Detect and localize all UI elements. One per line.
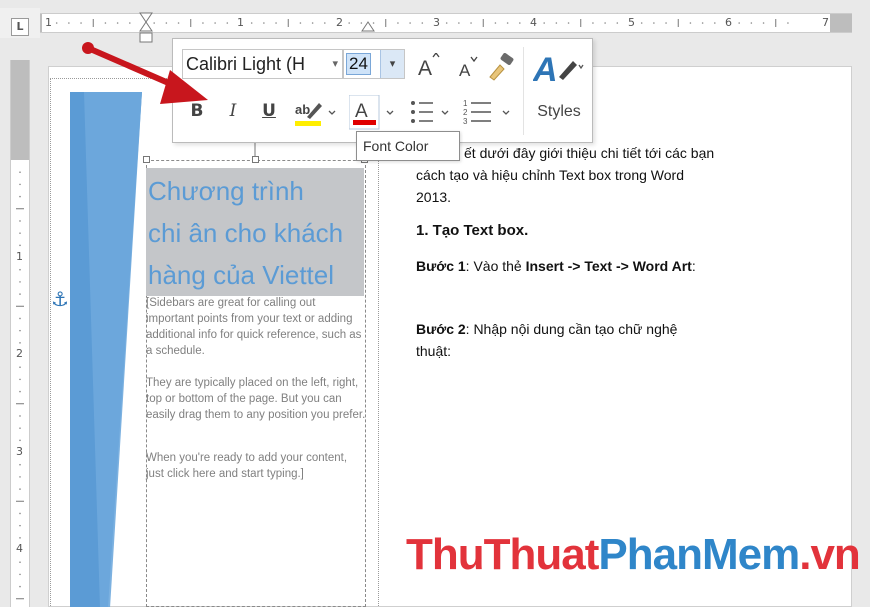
ruler-tick (19, 268, 21, 271)
site-watermark: ThuThuatPhanMem.vn (406, 530, 861, 580)
body-text-line[interactable]: cách tạo và hiệu chỉnh Text box trong Wo… (416, 164, 684, 186)
rotate-handle[interactable] (245, 142, 265, 156)
highlight-color-button[interactable]: ab (293, 97, 339, 129)
format-painter-icon[interactable] (487, 53, 517, 81)
toolbar-separator (523, 47, 524, 135)
step-label: Bước 1 (416, 258, 466, 274)
ruler-tick (19, 171, 21, 173)
ruler-number: 1 (16, 250, 23, 263)
mini-toolbar: Calibri Light (H ▾ 24 ▾ A A A B I U ab A (172, 38, 593, 143)
body-step-2[interactable]: Bước 2: Nhập nội dung cần tạo chữ nghệ (416, 318, 677, 340)
italic-button[interactable]: I (223, 101, 243, 121)
body-step-1[interactable]: Bước 1: Vào thẻ Insert -> Text -> Word A… (416, 255, 696, 277)
sidebar-paragraph[interactable]: They are typically placed on the left, r… (146, 375, 366, 423)
ruler-tick (19, 512, 21, 515)
ruler-tick (19, 390, 21, 393)
ruler-tick (19, 537, 21, 539)
sidebar-paragraph[interactable]: [Sidebars are great for calling out impo… (146, 295, 366, 359)
ruler-tick (19, 488, 21, 490)
step-label: Bước 2 (416, 321, 466, 337)
font-color-button[interactable]: A (349, 95, 397, 131)
font-size-value: 24 (346, 53, 371, 75)
svg-text:3: 3 (463, 117, 468, 126)
ruler-tick (19, 476, 21, 478)
sidebar-heading[interactable]: Chương trình chi ân cho khách hàng của V… (148, 170, 368, 296)
tab-selector-button[interactable]: L (11, 18, 29, 36)
ruler-tick (19, 378, 21, 381)
chevron-down-icon[interactable]: ▾ (332, 50, 338, 78)
step-text: : Nhập nội dung cần tạo chữ nghệ (465, 321, 678, 337)
svg-text:A: A (533, 51, 558, 89)
numbering-button[interactable]: 1 2 3 (463, 97, 519, 129)
ruler-tick (19, 244, 21, 247)
shrink-font-button[interactable]: A (457, 55, 479, 79)
ruler-tick (19, 439, 21, 442)
font-size-box[interactable]: 24 ▾ (343, 49, 405, 79)
watermark-part: .vn (799, 530, 861, 579)
sidebar-heading-line: Chương trình (148, 176, 304, 206)
ruler-tick (19, 585, 21, 588)
styles-icon[interactable]: A (533, 47, 585, 89)
ruler-tick (19, 342, 21, 344)
ruler-tick (19, 329, 21, 332)
bold-button[interactable]: B (187, 101, 207, 121)
grow-font-button[interactable]: A (416, 53, 440, 79)
sidebar-blue-stripe (70, 92, 142, 607)
ruler-tick (19, 232, 21, 234)
watermark-part: PhanMem (598, 530, 800, 579)
ruler-tick (19, 293, 21, 295)
resize-handle[interactable] (143, 156, 150, 163)
sidebar-heading-line: chi ân cho khách (148, 218, 344, 248)
font-color-tooltip: Font Color (356, 131, 460, 161)
resize-handle[interactable] (252, 156, 259, 163)
font-name-value: Calibri Light (H (186, 54, 306, 74)
step-text: : Vào thẻ (465, 258, 526, 274)
body-heading[interactable]: 1. Tạo Text box. (416, 220, 528, 242)
body-text-line[interactable]: 2013. (416, 186, 451, 208)
sidebar-paragraph[interactable]: When you're ready to add your content, j… (146, 450, 366, 482)
step-text: : (691, 258, 696, 274)
font-name-box[interactable]: Calibri Light (H ▾ (182, 49, 343, 79)
ruler-tick (19, 573, 21, 576)
underline-button[interactable]: U (259, 101, 279, 121)
ruler-corner: L (0, 8, 40, 38)
ruler-tick (19, 427, 21, 429)
bullets-button[interactable] (409, 97, 455, 129)
ruler-tick (19, 415, 21, 417)
svg-text:A: A (459, 61, 471, 79)
ruler-tick (19, 220, 21, 222)
ruler-tick (19, 524, 21, 527)
svg-text:A: A (355, 101, 368, 122)
ruler-tick (19, 183, 21, 186)
watermark-part: ThuThuat (406, 530, 599, 579)
ruler-number: 2 (16, 347, 23, 360)
ruler-tick (19, 281, 21, 283)
step-path: Insert -> Text -> Word Art (525, 258, 692, 274)
body-text-line[interactable]: thuật: (416, 340, 451, 362)
styles-button-label[interactable]: Styles (530, 103, 588, 121)
ruler-tick (19, 561, 21, 563)
ruler-ticks (16, 171, 24, 600)
ruler-tick (19, 195, 21, 198)
svg-text:1: 1 (463, 99, 468, 108)
body-text-line[interactable]: ết dưới đây giới thiệu chi tiết tới các … (464, 142, 714, 164)
ruler-tick (19, 317, 21, 320)
horizontal-ruler[interactable]: 1 1 2 3 4 5 6 7 (40, 12, 852, 43)
ruler-tick (19, 366, 21, 368)
svg-text:2: 2 (463, 108, 468, 117)
ruler-number: 4 (16, 542, 23, 555)
vertical-ruler[interactable]: 1 2 3 4 (10, 60, 30, 607)
anchor-icon[interactable]: ⚓ (51, 287, 69, 311)
sidebar-heading-line: hàng của Viettel (148, 260, 334, 290)
ruler-tick (19, 463, 21, 466)
svg-text:ab: ab (295, 102, 310, 117)
svg-text:A: A (418, 57, 432, 79)
font-size-dropdown-button[interactable]: ▾ (380, 50, 404, 78)
ruler-number: 3 (16, 445, 23, 458)
